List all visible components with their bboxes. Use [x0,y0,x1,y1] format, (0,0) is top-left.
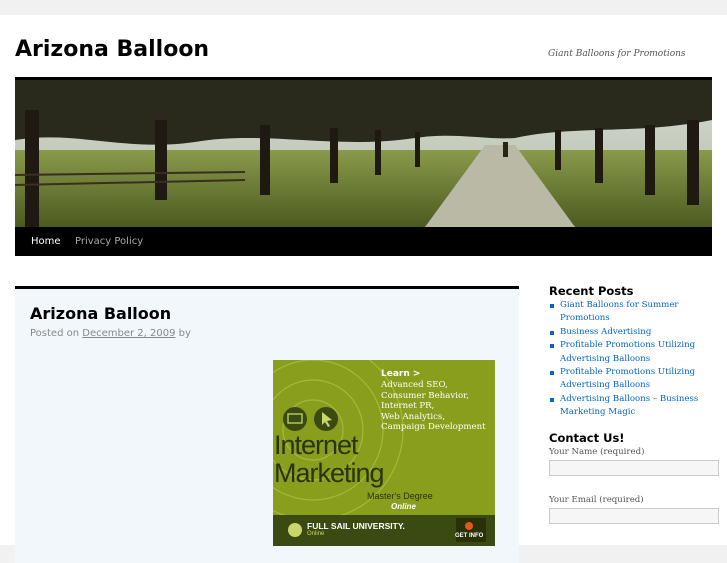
ad-learn: Learn > [381,369,421,379]
recent-post-link[interactable]: Profitable Promotions Utilizing Advertis… [549,339,719,366]
by-label: by [178,328,191,339]
internet-marketing-ad[interactable]: Learn > Advanced SEO, Consumer Behavior,… [273,360,495,546]
recent-posts-list: Giant Balloons for Summer Promotions Bus… [549,299,719,420]
recent-posts-heading: Recent Posts [549,284,634,298]
post-entry: Arizona Balloon Posted on December 2, 20… [15,286,519,563]
main-navigation: Home Privacy Policy [15,227,712,256]
site-title[interactable]: Arizona Balloon [15,37,209,62]
recent-post-link[interactable]: Business Advertising [549,326,719,339]
ad-topic: Web Analytics, [381,411,446,422]
ad-school-sub: Online [307,531,325,537]
ad-get-info-button[interactable]: GET INFO [455,533,483,539]
nav-home[interactable]: Home [23,227,69,256]
ad-online: Online [391,502,416,511]
nav-privacy-policy[interactable]: Privacy Policy [67,227,151,256]
contact-heading: Contact Us! [549,431,625,445]
name-input[interactable] [549,460,719,476]
page: Arizona Balloon Giant Balloons for Promo… [0,15,727,563]
site-tagline: Giant Balloons for Promotions [548,49,686,59]
ad-topic: Advanced SEO, [381,380,448,390]
ad-school-name: FULL SAIL UNIVERSITY. [307,521,405,531]
ad-headline-line-1: Internet [274,430,359,460]
email-field-label: Your Email (required) [549,495,644,505]
ad-topic: Campaign Development [381,422,486,432]
recent-post-link[interactable]: Profitable Promotions Utilizing Advertis… [549,366,719,393]
name-field-label: Your Name (required) [549,447,645,457]
post-meta: Posted on December 2, 2009 by [30,328,191,339]
recent-post-link[interactable]: Advertising Balloons – Business Marketin… [549,393,719,420]
email-input[interactable] [549,508,719,524]
ad-topic: Internet PR, [381,401,435,411]
ad-topic-list: Advanced SEO, Consumer Behavior, Interne… [381,380,486,433]
post-date-link[interactable]: December 2, 2009 [82,328,175,339]
ad-headline-line-2: Marketing [274,458,385,488]
recent-post-link[interactable]: Giant Balloons for Summer Promotions [549,299,719,326]
header-banner-image [15,80,712,227]
ad-degree: Master's Degree [367,491,433,501]
posted-on-label: Posted on [30,328,80,339]
ad-topic: Consumer Behavior, [381,390,470,401]
post-title[interactable]: Arizona Balloon [30,304,171,323]
